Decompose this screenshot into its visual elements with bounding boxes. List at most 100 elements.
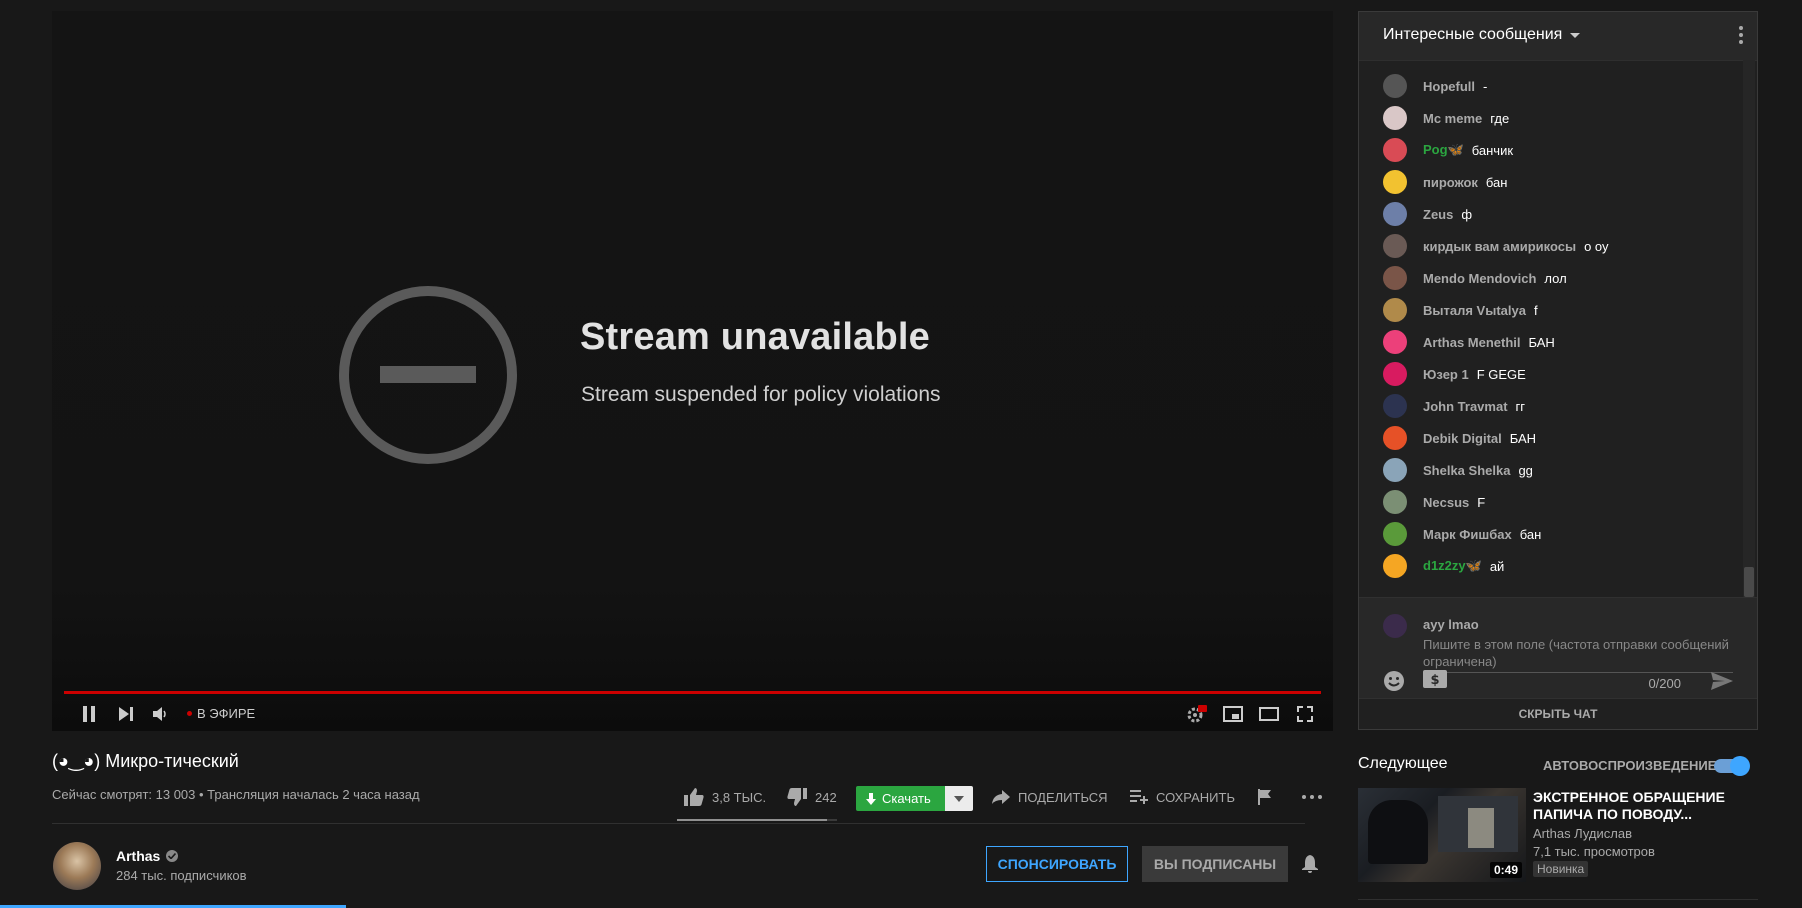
chat-author-name[interactable]: Debik Digital [1423, 431, 1502, 446]
chat-message-text: гг [1515, 398, 1526, 414]
chat-message-text: - [1483, 78, 1488, 94]
chat-message[interactable]: Mendo Mendovich лол [1383, 266, 1567, 290]
chat-author-name[interactable]: Марк Фишбах [1423, 527, 1512, 542]
progress-bar[interactable] [64, 691, 1321, 694]
next-button[interactable] [111, 697, 141, 731]
chat-author-name[interactable]: Arthas Menethil [1423, 335, 1521, 350]
chat-author-name[interactable]: пирожок [1423, 175, 1478, 190]
next-video-title[interactable]: ЭКСТРЕННОЕ ОБРАЩЕНИЕ ПАПИЧА ПО ПОВОДУ... [1533, 789, 1733, 823]
chat-scrollbar[interactable] [1743, 60, 1755, 597]
chat-author-name[interactable]: Hopefull [1423, 79, 1475, 94]
chat-author-name[interactable]: кирдык вам амирикосы [1423, 239, 1576, 254]
chat-author-avatar [1383, 362, 1407, 386]
miniplayer-button[interactable] [1218, 697, 1248, 731]
hide-chat-button[interactable]: СКРЫТЬ ЧАТ [1359, 698, 1757, 729]
live-indicator[interactable]: В ЭФИРЕ [187, 706, 255, 721]
subscriber-count: 284 тыс. подписчиков [116, 868, 247, 883]
download-label: Скачать [882, 791, 931, 806]
like-count: 3,8 ТЫС. [712, 789, 767, 805]
chat-author-name[interactable]: Zeus [1423, 207, 1453, 222]
chat-mode-dropdown[interactable]: Интересные сообщения [1383, 26, 1581, 44]
my-name: ayy lmao [1423, 617, 1479, 632]
chat-author-name[interactable]: d1z2zy🦋 [1423, 558, 1482, 574]
live-chat: Интересные сообщения Hopefull - Mc meme где… [1358, 11, 1758, 730]
channel-name-text: Arthas [116, 848, 161, 864]
chat-input[interactable]: Пишите в этом поле (частота отправки соо… [1423, 636, 1733, 673]
chat-message[interactable]: пирожок бан [1383, 170, 1507, 194]
settings-hd-icon [1187, 705, 1207, 723]
chat-message[interactable]: Hopefull - [1383, 74, 1487, 98]
money-icon: $ [1423, 670, 1447, 688]
volume-button[interactable] [146, 697, 176, 731]
chat-message[interactable]: Юзер 1 F GEGE [1383, 362, 1526, 386]
channel-avatar[interactable] [53, 842, 101, 890]
autoplay-toggle[interactable] [1714, 756, 1750, 776]
emoji-button[interactable] [1383, 670, 1405, 697]
chat-author-name[interactable]: Necsus [1423, 495, 1469, 510]
chat-message[interactable]: Necsus F [1383, 490, 1485, 514]
miniplayer-icon [1223, 706, 1243, 722]
chat-author-name[interactable]: Pog🦋 [1423, 142, 1464, 158]
like-button[interactable]: 3,8 ТЫС. [684, 777, 766, 817]
chat-message[interactable]: Arthas Menethil БАН [1383, 330, 1555, 354]
chat-author-name[interactable]: John Travmat [1423, 399, 1508, 414]
theater-button[interactable] [1254, 697, 1284, 731]
next-video-thumbnail[interactable]: 0:49 [1358, 788, 1526, 882]
chat-author-name[interactable]: Юзер 1 [1423, 367, 1469, 382]
chat-composer: ayy lmao Пишите в этом поле (частота отп… [1359, 597, 1757, 702]
pause-icon [83, 706, 95, 722]
download-dropdown[interactable] [944, 786, 973, 811]
chat-message-text: F GEGE [1476, 366, 1526, 382]
chat-message[interactable]: Марк Фишбах бан [1383, 522, 1541, 546]
chat-message[interactable]: Shelka Shelka gg [1383, 458, 1533, 482]
chat-message[interactable]: John Travmat гг [1383, 394, 1525, 418]
chat-message[interactable]: Pog🦋 банчик [1383, 138, 1513, 162]
chat-author-avatar [1383, 426, 1407, 450]
save-button[interactable]: СОХРАНИТЬ [1130, 777, 1235, 817]
fullscreen-button[interactable] [1290, 697, 1320, 731]
next-video-views: 7,1 тыс. просмотров [1533, 844, 1655, 859]
chat-message[interactable]: Zeus ф [1383, 202, 1472, 226]
video-duration: 0:49 [1489, 862, 1522, 878]
next-video-channel[interactable]: Arthas Лудислав [1533, 826, 1632, 841]
chat-message[interactable]: кирдык вам амирикосы о оу [1383, 234, 1609, 258]
thumbnail-figure [1368, 800, 1428, 864]
live-dot-icon [187, 711, 192, 716]
chat-author-name[interactable]: Mc meme [1423, 111, 1482, 126]
notification-bell-button[interactable] [1302, 855, 1318, 878]
no-entry-icon [339, 286, 517, 464]
dislike-button[interactable]: 242 [787, 777, 837, 817]
share-button[interactable]: ПОДЕЛИТЬСЯ [992, 777, 1107, 817]
channel-name[interactable]: Arthas [116, 848, 179, 864]
share-icon [992, 790, 1010, 804]
send-button[interactable] [1711, 672, 1733, 695]
download-button[interactable]: Скачать [856, 786, 973, 811]
chat-message[interactable]: Debik Digital БАН [1383, 426, 1536, 450]
chat-message-list[interactable]: Hopefull - Mc meme где Pog🦋 банчик пирожок бан Z… [1359, 60, 1741, 597]
chat-author-avatar [1383, 234, 1407, 258]
divider [1358, 899, 1758, 900]
emoji-icon [1384, 671, 1404, 691]
sponsor-button[interactable]: СПОНСИРОВАТЬ [986, 846, 1128, 882]
more-actions-button[interactable] [1302, 777, 1330, 817]
chevron-down-icon [953, 795, 964, 802]
download-main[interactable]: Скачать [856, 786, 945, 811]
chat-author-name[interactable]: Mendo Mendovich [1423, 271, 1536, 286]
chat-menu-button[interactable] [1739, 26, 1743, 49]
pause-button[interactable] [72, 697, 106, 731]
settings-button[interactable] [1182, 697, 1212, 731]
chat-message[interactable]: d1z2zy🦋 ай [1383, 554, 1504, 578]
chat-message-text: где [1490, 110, 1510, 126]
scrollbar-thumb[interactable] [1744, 567, 1754, 597]
chat-author-avatar [1383, 458, 1407, 482]
video-player[interactable]: Stream unavailable Stream suspended for … [52, 11, 1333, 731]
chat-author-name[interactable]: Shelka Shelka [1423, 463, 1510, 478]
chat-author-name[interactable]: Выталя Vыtalya [1423, 303, 1526, 318]
report-button[interactable] [1258, 777, 1280, 817]
chat-message-text: БАН [1509, 430, 1537, 446]
subscribed-button[interactable]: ВЫ ПОДПИСАНЫ [1142, 846, 1288, 882]
chat-message-text: F [1477, 494, 1486, 510]
super-chat-button[interactable]: $ [1423, 670, 1447, 693]
chat-message[interactable]: Выталя Vыtalya f [1383, 298, 1538, 322]
chat-message[interactable]: Mc meme где [1383, 106, 1509, 130]
